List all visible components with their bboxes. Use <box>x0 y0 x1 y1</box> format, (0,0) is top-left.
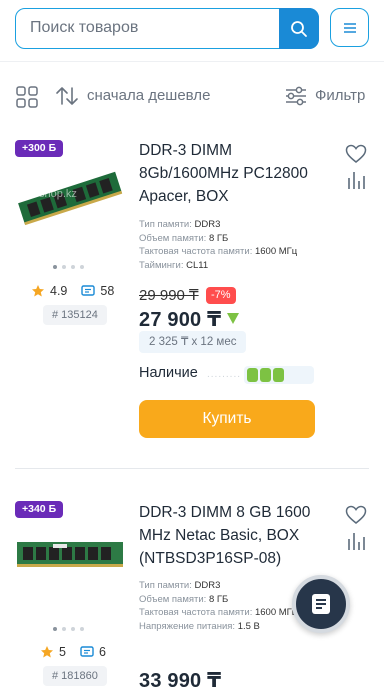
stock-level-segment <box>260 368 271 382</box>
spec-value: 1600 МГц <box>254 246 298 257</box>
carousel-dot[interactable] <box>80 627 84 631</box>
spec-label: Объем памяти: <box>139 593 207 605</box>
rating-value: 5 <box>59 645 66 659</box>
sku-badge: # 135124 <box>43 305 107 325</box>
search-input[interactable] <box>30 9 270 47</box>
product-title[interactable]: DDR-3 DIMM 8Gb/1600MHz PC12800 Apacer, B… <box>139 139 334 208</box>
spec-label: Тайминги: <box>139 259 184 271</box>
old-price: 29 990 ₸ <box>139 287 199 304</box>
heart-icon[interactable] <box>345 505 367 525</box>
carousel-dot[interactable] <box>53 627 57 631</box>
carousel-dot[interactable] <box>62 265 66 269</box>
compare-icon[interactable] <box>347 531 365 551</box>
spec-label: Тип памяти: <box>139 580 192 591</box>
product-divider <box>15 468 369 469</box>
compare-icon[interactable] <box>347 170 365 190</box>
buy-button[interactable]: Купить <box>139 400 315 438</box>
stock-indicator <box>244 366 314 384</box>
spec-value: 1600 МГц <box>254 607 298 618</box>
bonus-badge: +340 Б <box>15 501 64 518</box>
spec-row: Тип памяти: DDR3 <box>139 218 339 232</box>
floating-action-button[interactable] <box>292 575 350 633</box>
spec-value: 1.5 В <box>237 620 260 632</box>
carousel-dot[interactable] <box>53 265 57 269</box>
heart-icon[interactable] <box>345 144 367 164</box>
carousel-dot[interactable] <box>62 627 66 631</box>
spec-value: 8 ГБ <box>208 232 229 244</box>
filter-label[interactable]: Фильтр <box>315 87 365 104</box>
spec-label: Тип памяти: <box>139 219 192 230</box>
stock-level-segment <box>273 368 284 382</box>
spec-list: Тип памяти: DDR3 Объем памяти: 8 ГБ Такт… <box>139 218 339 272</box>
search-box[interactable] <box>15 8 319 49</box>
reviews-count[interactable]: 6 <box>99 645 106 659</box>
spec-row: Объем памяти: 8 ГБ <box>139 232 339 246</box>
bonus-badge: +300 Б <box>15 140 64 157</box>
reviews-icon <box>81 284 96 296</box>
star-icon <box>32 285 44 297</box>
spec-label: Объем памяти: <box>139 232 207 244</box>
menu-button[interactable] <box>330 8 369 47</box>
sort-icon[interactable] <box>55 84 79 108</box>
installment-badge[interactable]: 2 325 ₸ x 12 мес <box>139 331 247 353</box>
product-image[interactable] <box>15 536 125 572</box>
spec-value: DDR3 <box>194 219 221 230</box>
search-button[interactable] <box>279 8 319 49</box>
stock-level-segment <box>247 368 258 382</box>
rating-row: 4.9 58 <box>31 284 114 298</box>
list-toolbar: сначала дешевле Фильтр <box>0 76 384 116</box>
document-icon <box>312 594 330 614</box>
hamburger-icon <box>343 22 356 33</box>
image-carousel-dots[interactable] <box>53 627 84 631</box>
rating-value: 4.9 <box>50 284 68 298</box>
grid-view-icon[interactable] <box>16 86 38 108</box>
price: 27 900 ₸ <box>139 309 222 331</box>
spec-value: 8 ГБ <box>208 593 229 605</box>
price: 33 990 ₸ <box>139 670 222 692</box>
spec-value: DDR3 <box>194 580 221 591</box>
image-carousel-dots[interactable] <box>53 265 84 269</box>
carousel-dot[interactable] <box>71 265 75 269</box>
image-watermark: shop.kz <box>39 188 77 200</box>
stock-leader-dots: ......... <box>207 369 242 380</box>
filter-icon[interactable] <box>285 86 307 106</box>
reviews-count[interactable]: 58 <box>100 284 114 298</box>
carousel-dot[interactable] <box>71 627 75 631</box>
search-icon <box>291 20 307 37</box>
spec-value: CL11 <box>186 259 209 271</box>
sku-badge: # 181860 <box>43 666 107 686</box>
product-title[interactable]: DDR-3 DIMM 8 GB 1600 MHz Netac Basic, BO… <box>139 501 334 570</box>
top-bar <box>0 0 384 62</box>
spec-row: Тактовая частота памяти: 1600 МГц <box>139 245 339 259</box>
carousel-dot[interactable] <box>80 265 84 269</box>
stock-label: Наличие <box>139 365 198 381</box>
star-icon <box>41 646 53 658</box>
spec-label: Напряжение питания: <box>139 620 236 632</box>
spec-label: Тактовая частота памяти: <box>139 246 253 257</box>
discount-badge: -7% <box>206 287 236 304</box>
spec-row: Тайминги: CL11 <box>139 259 339 273</box>
shield-check-icon <box>227 313 239 324</box>
spec-label: Тактовая частота памяти: <box>139 607 253 618</box>
rating-row: 5 6 <box>40 645 106 659</box>
product-image[interactable]: shop.kz <box>15 163 125 233</box>
reviews-icon <box>80 645 94 657</box>
sort-label[interactable]: сначала дешевле <box>87 87 210 104</box>
